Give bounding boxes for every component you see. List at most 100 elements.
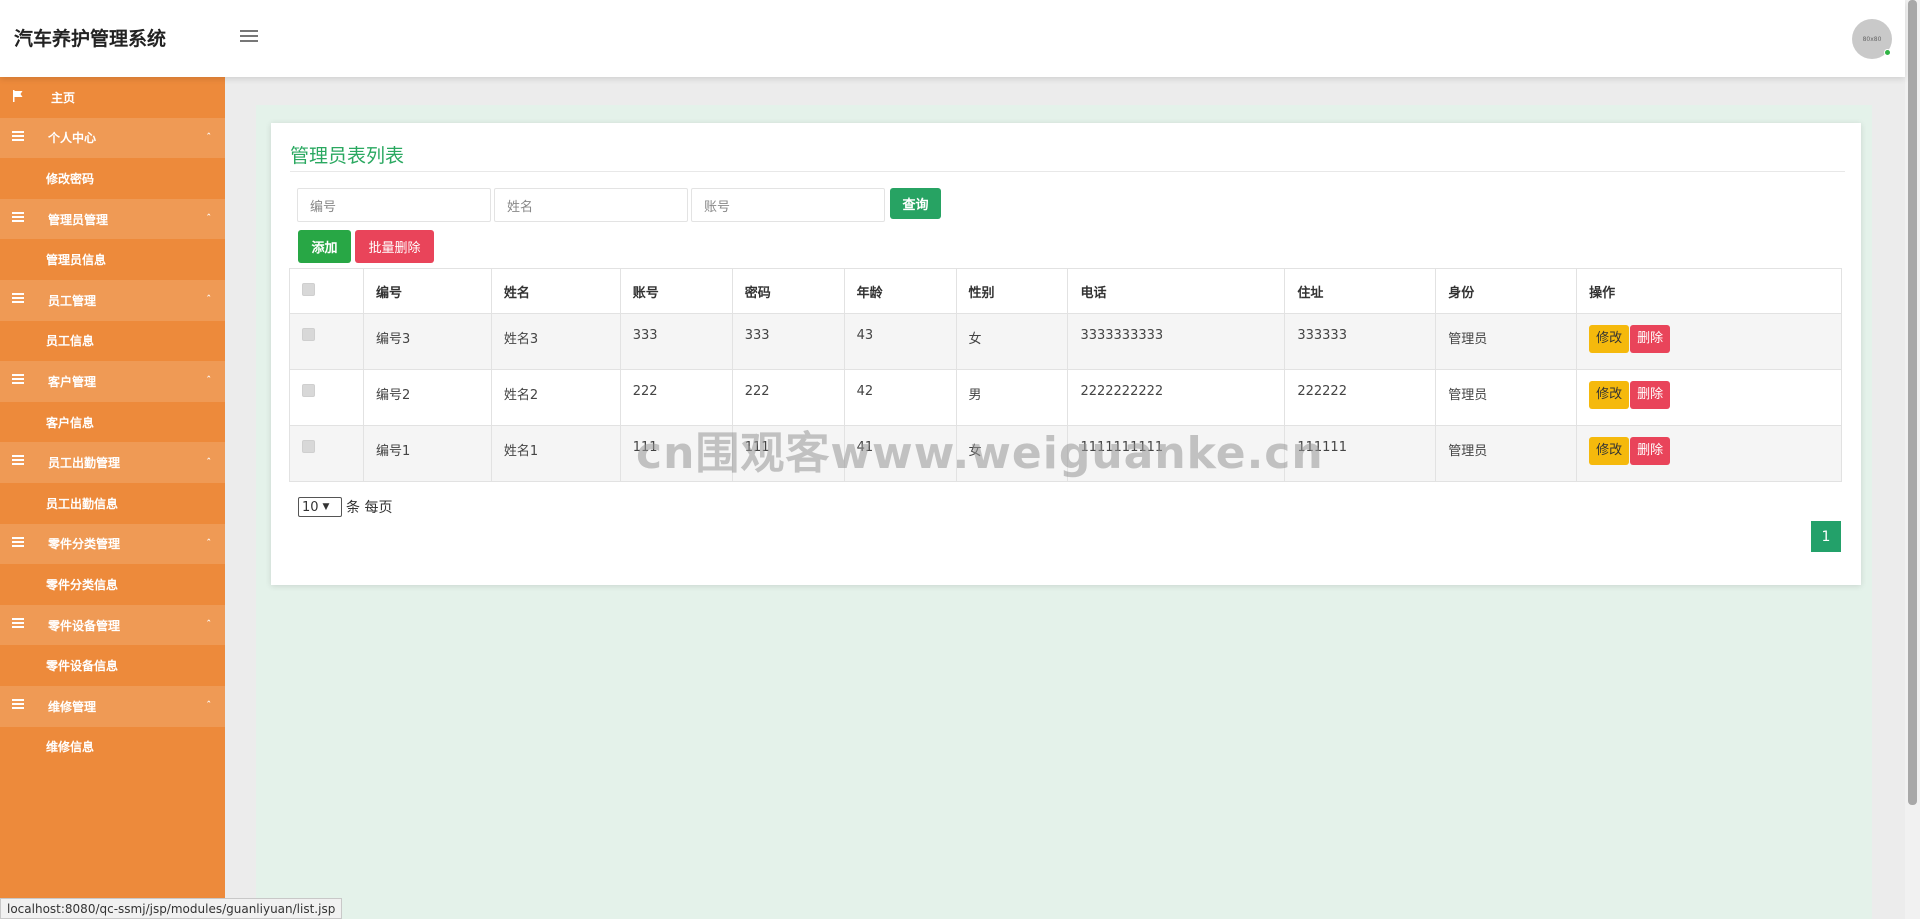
cell-name: 姓名3 (490, 313, 621, 370)
sidebar-item[interactable]: 零件分类管理 ˆ (0, 523, 225, 565)
batch-delete-button[interactable]: 批量删除 (355, 230, 434, 263)
sidebar-item[interactable]: 零件设备管理 ˆ (0, 604, 225, 646)
sidebar-item[interactable]: 管理员管理 ˆ (0, 198, 225, 240)
list-icon (12, 536, 25, 550)
sidebar-item[interactable]: 管理员信息 (0, 239, 225, 280)
column-header: 账号 (619, 268, 733, 314)
cell-account: 333 (619, 313, 733, 370)
sidebar-item-label: 维修管理 (48, 699, 97, 714)
list-icon (12, 211, 25, 225)
cell-code: 编号2 (362, 369, 492, 426)
row-actions: 修改 删除 (1576, 313, 1842, 370)
sidebar-item-label: 维修信息 (46, 740, 95, 755)
cell-age: 43 (843, 313, 957, 370)
list-icon (12, 130, 25, 144)
edit-button[interactable]: 修改 (1589, 381, 1630, 409)
chevron-down-icon: ▼ (322, 502, 330, 512)
list-card: 管理员表列表 查询 添加 批量删除 编号 姓名 账号 密码 年龄 性别 电话 住… (271, 123, 1861, 585)
edit-button[interactable]: 修改 (1589, 325, 1630, 353)
top-header: 汽车养护管理系统 80x80 (0, 0, 1905, 77)
table-header-row: 编号 姓名 账号 密码 年龄 性别 电话 住址 身份 操作 (289, 268, 1842, 314)
code-search-input[interactable] (297, 188, 491, 222)
sidebar-item[interactable]: 员工出勤管理 ˆ (0, 442, 225, 483)
sidebar-item[interactable]: 员工信息 (0, 320, 225, 362)
sidebar-item-label: 员工管理 (48, 293, 97, 308)
cell-name: 姓名2 (490, 369, 621, 426)
scrollbar-thumb[interactable] (1908, 0, 1917, 805)
page-title: 管理员表列表 (290, 145, 405, 167)
row-actions: 修改 删除 (1576, 369, 1842, 426)
app-title: 汽车养护管理系统 (14, 28, 167, 50)
column-header: 操作 (1576, 268, 1842, 314)
sidebar-item-label: 零件设备信息 (46, 659, 119, 674)
column-header: 编号 (362, 268, 492, 314)
name-search-input[interactable] (494, 188, 688, 222)
sidebar-item-label: 零件分类管理 (48, 537, 121, 552)
sidebar-item[interactable]: 员工出勤信息 (0, 482, 225, 524)
sidebar-item[interactable]: 客户管理 ˆ (0, 361, 225, 402)
row-checkbox[interactable] (302, 440, 315, 453)
delete-button[interactable]: 删除 (1630, 437, 1671, 465)
sidebar-item-label: 员工信息 (46, 334, 95, 349)
cell-code: 编号3 (362, 313, 492, 370)
row-checkbox[interactable] (302, 328, 315, 341)
sidebar-item[interactable]: 员工管理 ˆ (0, 279, 225, 321)
caret-icon: ˆ (206, 132, 212, 143)
select-all-checkbox[interactable] (302, 282, 315, 296)
sidebar-item[interactable]: 零件设备信息 (0, 645, 225, 686)
column-header: 住址 (1284, 268, 1437, 314)
list-icon (12, 617, 25, 631)
caret-icon: ˆ (206, 538, 212, 549)
column-header: 姓名 (490, 268, 621, 314)
sidebar-item[interactable]: 维修信息 (0, 726, 225, 768)
column-header: 身份 (1435, 268, 1578, 314)
delete-button[interactable]: 删除 (1630, 325, 1671, 353)
sidebar-item-label: 客户信息 (46, 415, 95, 430)
cell-role: 管理员 (1435, 425, 1578, 482)
sidebar-item-label: 主页 (51, 90, 76, 105)
status-bar-url: localhost:8080/qc-ssmj/jsp/modules/guanl… (0, 898, 343, 919)
sidebar-item[interactable]: 客户信息 (0, 401, 225, 443)
caret-icon: ˆ (206, 214, 212, 225)
add-button[interactable]: 添加 (298, 230, 351, 263)
sidebar-item-label: 个人中心 (48, 131, 97, 146)
column-header: 性别 (955, 268, 1069, 314)
page-size-control: 10 ▼ 条 每页 (298, 497, 392, 517)
caret-icon: ˆ (206, 376, 212, 387)
table-row: 编号3 姓名3 333 333 43 女 3333333333 333333 管理员 修改 删除 (289, 313, 1842, 370)
sidebar-item[interactable]: 维修管理 ˆ (0, 685, 225, 727)
row-select-cell[interactable] (289, 425, 364, 482)
sidebar: 主页个人中心 ˆ 修改密码管理员管理 ˆ 管理员信息员工管理 ˆ 员工信息客户管理 ˆ 客户信息… (0, 77, 225, 919)
sidebar-item[interactable]: 零件分类信息 (0, 564, 225, 605)
cell-password: 333 (731, 313, 845, 370)
sidebar-item[interactable]: 个人中心 ˆ (0, 117, 225, 159)
sidebar-item-label: 员工出勤信息 (46, 496, 119, 511)
flag-icon (12, 90, 25, 103)
edit-button[interactable]: 修改 (1589, 437, 1630, 465)
column-header: 年龄 (843, 268, 957, 314)
caret-icon: ˆ (206, 295, 212, 306)
sidebar-item-label: 修改密码 (46, 171, 95, 186)
sidebar-item[interactable]: 主页 (0, 77, 225, 118)
caret-icon: ˆ (206, 457, 212, 468)
cell-address: 333333 (1284, 313, 1437, 370)
column-header: 密码 (731, 268, 845, 314)
row-checkbox[interactable] (302, 384, 315, 397)
row-actions: 修改 删除 (1576, 425, 1842, 482)
select-all-cell[interactable] (289, 268, 364, 314)
page-size-select[interactable]: 10 ▼ (298, 497, 342, 517)
row-select-cell[interactable] (289, 313, 364, 370)
caret-icon: ˆ (206, 701, 212, 712)
sidebar-item[interactable]: 修改密码 (0, 158, 225, 199)
delete-button[interactable]: 删除 (1630, 381, 1671, 409)
online-status-dot (1884, 49, 1891, 56)
menu-toggle-icon[interactable] (240, 30, 258, 44)
sidebar-item-label: 管理员信息 (46, 253, 107, 268)
page-size-suffix: 条 每页 (346, 500, 393, 516)
row-select-cell[interactable] (289, 369, 364, 426)
sidebar-item-label: 管理员管理 (48, 212, 109, 227)
column-header: 电话 (1067, 268, 1286, 314)
query-button[interactable]: 查询 (890, 188, 941, 219)
account-search-input[interactable] (691, 188, 885, 222)
page-button-current[interactable]: 1 (1811, 521, 1841, 552)
